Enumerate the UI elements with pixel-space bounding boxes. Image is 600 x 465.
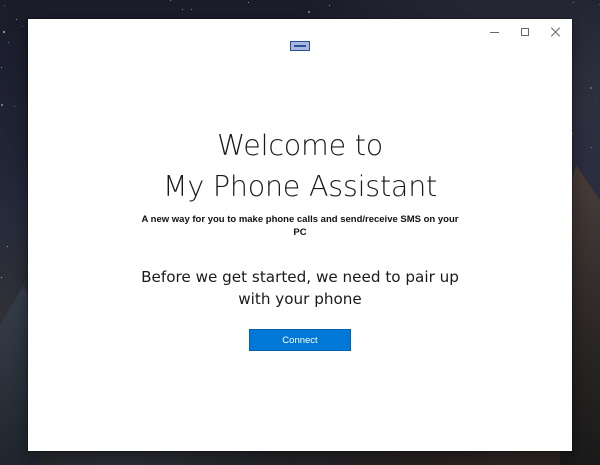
close-button[interactable]: [540, 19, 572, 45]
pairing-instructions: Before we get started, we need to pair u…: [141, 268, 459, 308]
title-line-welcome: Welcome to: [216, 129, 384, 162]
wallpaper-star: [1, 67, 2, 68]
wallpaper-star: [573, 2, 574, 3]
close-icon: [551, 27, 561, 37]
desktop-wallpaper: Welcome to My Phone Assistant A new way …: [0, 0, 600, 465]
maximize-icon: [521, 28, 529, 36]
app-window: Welcome to My Phone Assistant A new way …: [28, 19, 572, 451]
wallpaper-star: [14, 106, 15, 107]
wallpaper-star: [182, 9, 183, 10]
wallpaper-star: [572, 133, 573, 134]
maximize-button[interactable]: [509, 19, 541, 45]
wallpaper-star: [1, 104, 3, 106]
wallpaper-star: [329, 5, 330, 6]
minimize-icon: [489, 31, 499, 33]
wallpaper-star: [170, 0, 171, 1]
wallpaper-star: [191, 9, 192, 10]
wallpaper-star: [7, 246, 8, 247]
connect-button[interactable]: Connect: [249, 329, 351, 351]
wallpaper-star: [590, 87, 592, 89]
wallpaper-star: [22, 26, 23, 27]
app-description: A new way for you to make phone calls an…: [141, 214, 459, 238]
wallpaper-star: [591, 147, 592, 148]
minimize-button[interactable]: [478, 19, 510, 45]
wallpaper-star: [4, 5, 5, 6]
wallpaper-star: [3, 31, 5, 33]
wallpaper-star: [308, 11, 310, 13]
app-window-icon: [290, 41, 310, 51]
page-title: Welcome to My Phone Assistant: [28, 125, 572, 207]
wallpaper-star: [16, 19, 17, 20]
wallpaper-star: [8, 42, 9, 43]
title-line-app-name: My Phone Assistant: [162, 170, 438, 203]
wallpaper-star: [1, 277, 2, 278]
wallpaper-star: [248, 2, 249, 3]
